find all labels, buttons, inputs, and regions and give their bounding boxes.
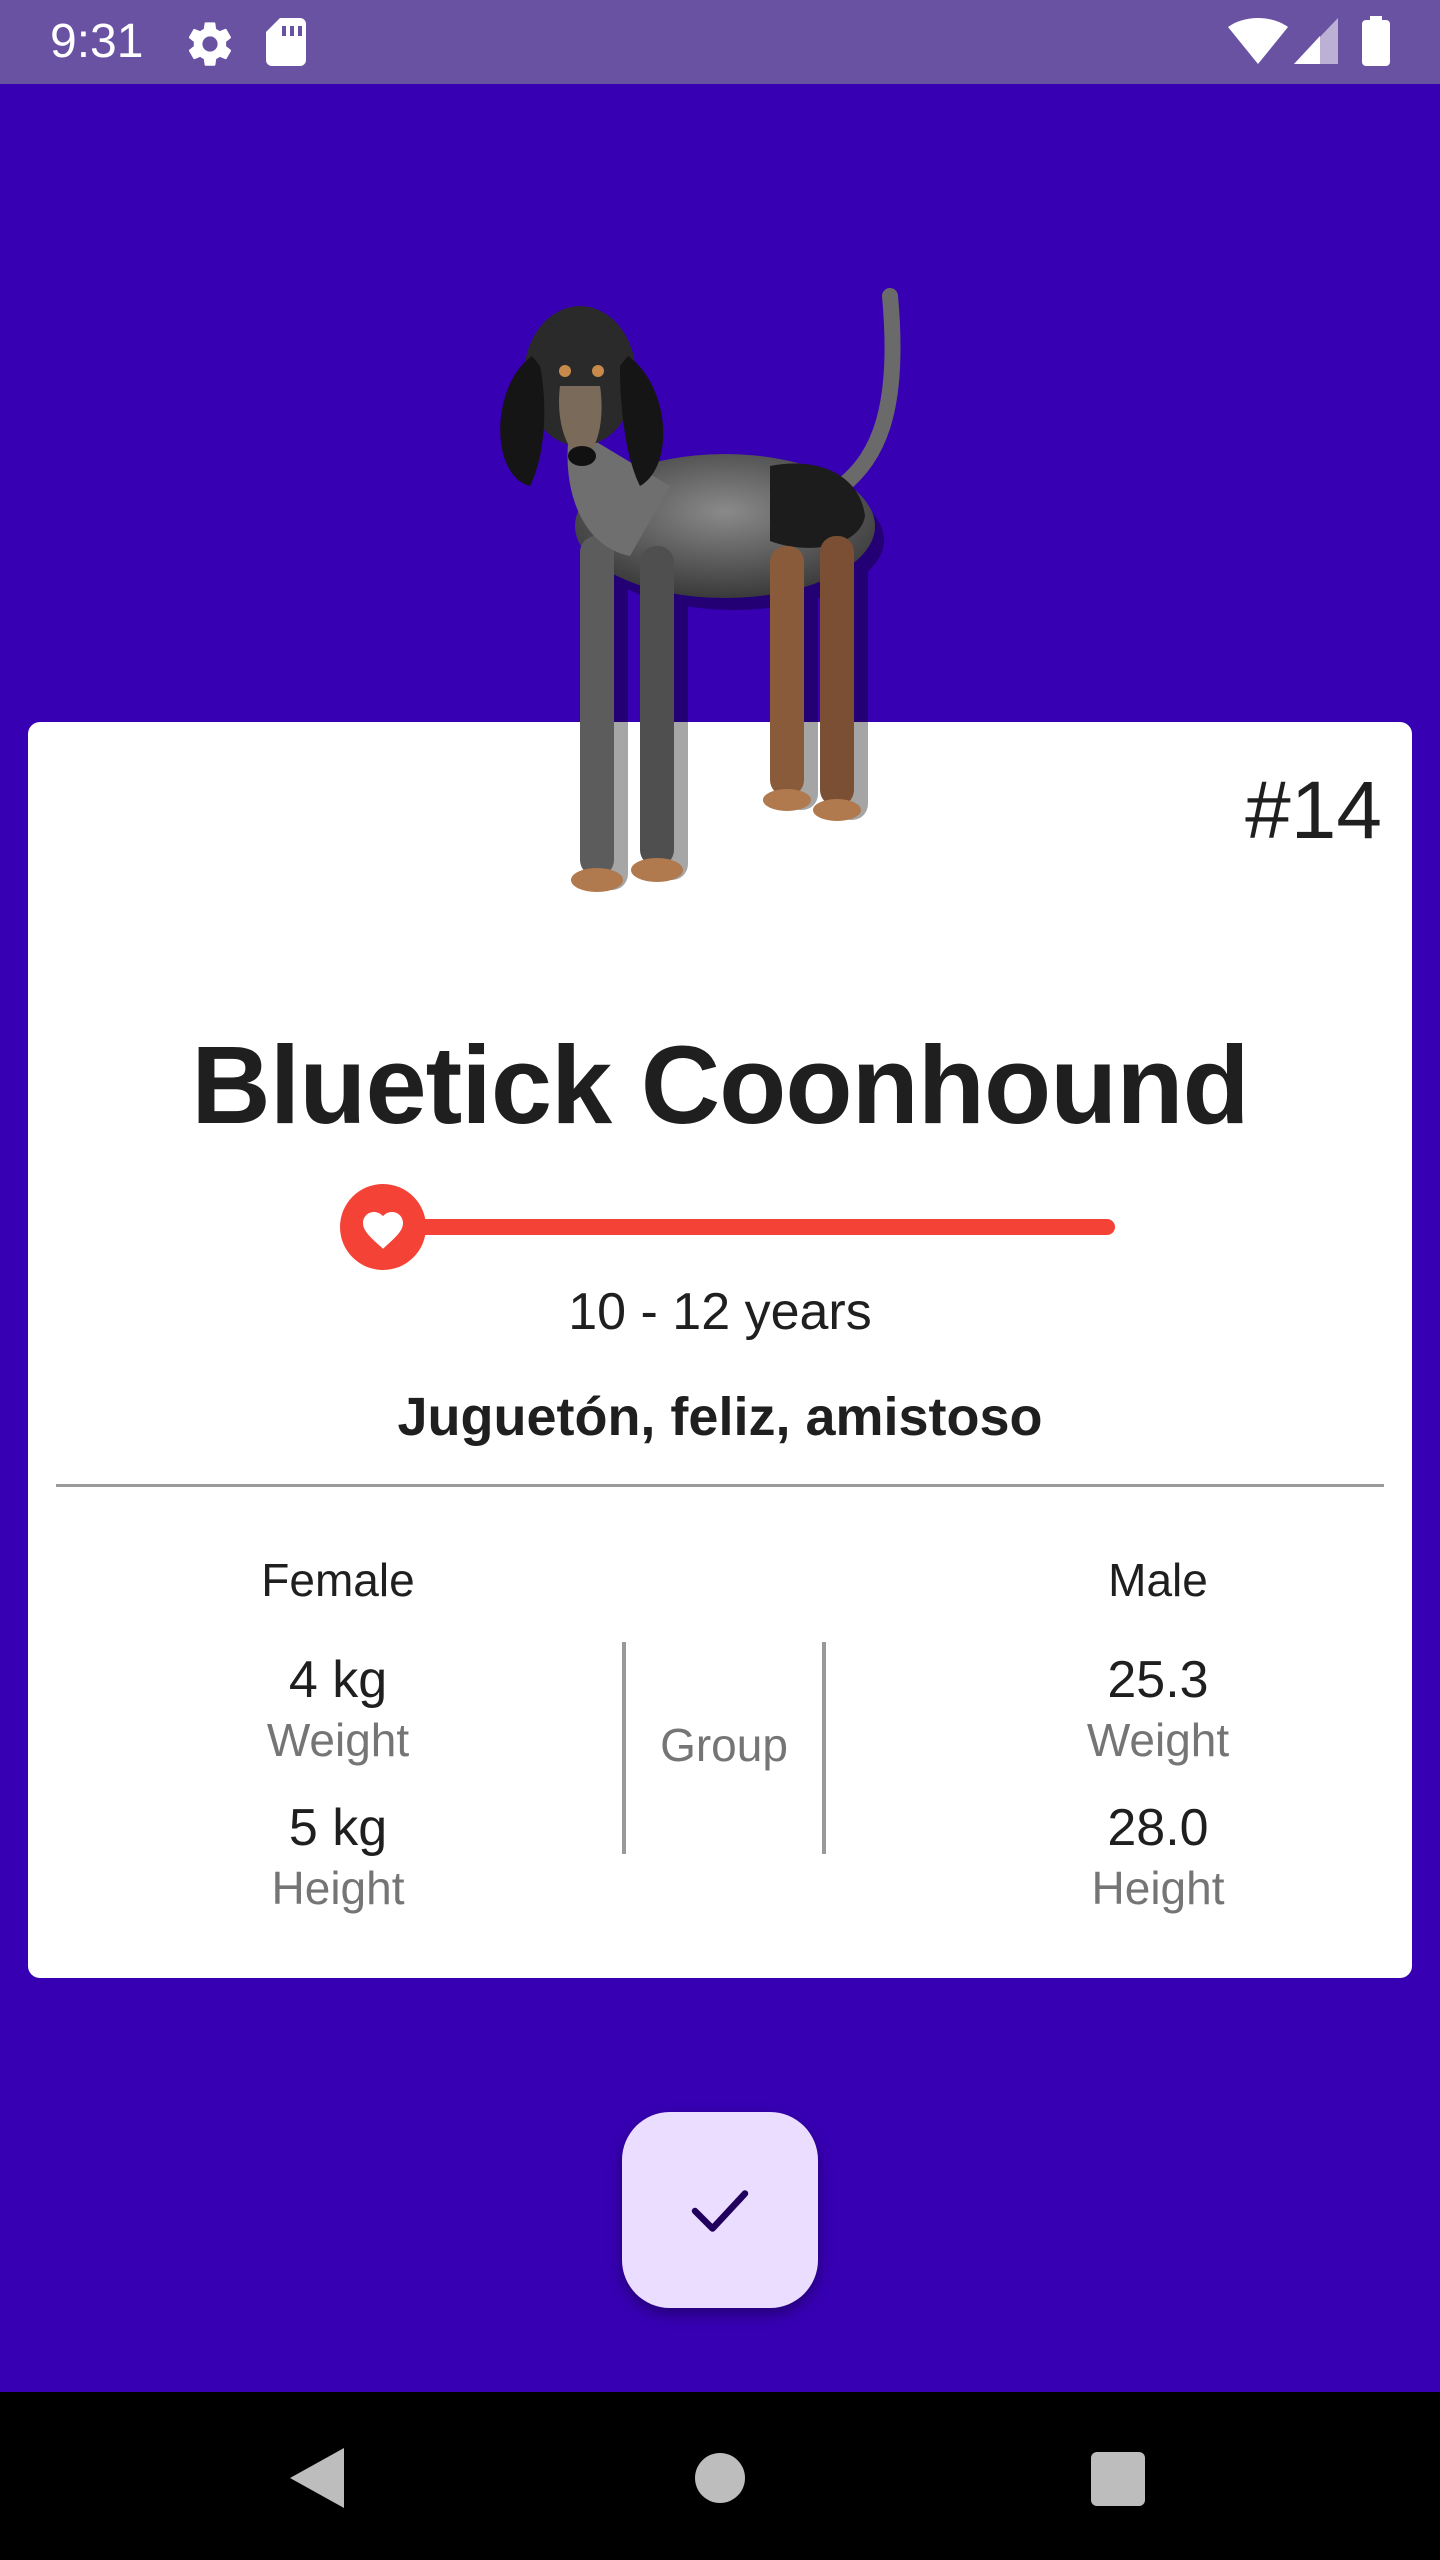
life-slider[interactable] — [340, 1182, 1130, 1272]
slider-track — [370, 1219, 1115, 1235]
female-height-value: 5 kg — [288, 1799, 388, 1857]
sd-card-icon — [266, 18, 306, 66]
female-title: Female — [261, 1554, 415, 1606]
check-icon — [691, 2190, 749, 2232]
temperament: Juguetón, feliz, amistoso — [397, 1387, 1043, 1447]
confirm-fab[interactable] — [622, 2112, 818, 2308]
slider-thumb[interactable] — [340, 1184, 426, 1270]
divider — [56, 1484, 1384, 1487]
male-height-label: Height — [1091, 1862, 1225, 1914]
gear-icon — [184, 18, 236, 70]
home-icon[interactable] — [695, 2453, 745, 2503]
status-bar: 9:31 — [0, 0, 1440, 84]
group-label: Group — [660, 1719, 788, 1771]
heart-icon — [363, 1212, 403, 1249]
group-box: Group — [622, 1642, 826, 1854]
male-height-value: 28.0 — [1107, 1799, 1209, 1857]
status-time: 9:31 — [50, 15, 144, 68]
male-stats: Male 25.3 Weight 28.0 Height — [978, 1552, 1338, 1916]
recents-icon[interactable] — [1091, 2452, 1145, 2506]
female-height-label: Height — [271, 1862, 405, 1914]
battery-icon — [1362, 16, 1390, 66]
lifespan: 10 - 12 years — [568, 1283, 872, 1341]
female-weight-value: 4 kg — [288, 1651, 388, 1709]
breed-name: Bluetick Coonhound — [191, 1024, 1249, 1147]
female-stats: Female 4 kg Weight 5 kg Height — [158, 1552, 518, 1916]
male-title: Male — [1108, 1554, 1208, 1606]
wifi-icon — [1228, 17, 1288, 64]
navigation-bar — [0, 2392, 1440, 2560]
female-weight-label: Weight — [266, 1714, 410, 1766]
male-weight-value: 25.3 — [1107, 1651, 1209, 1709]
male-weight-label: Weight — [1086, 1714, 1230, 1766]
signal-icon — [1294, 18, 1338, 64]
dog-image — [500, 288, 901, 892]
breed-number: #14 — [1245, 765, 1382, 856]
back-icon[interactable] — [290, 2448, 344, 2508]
